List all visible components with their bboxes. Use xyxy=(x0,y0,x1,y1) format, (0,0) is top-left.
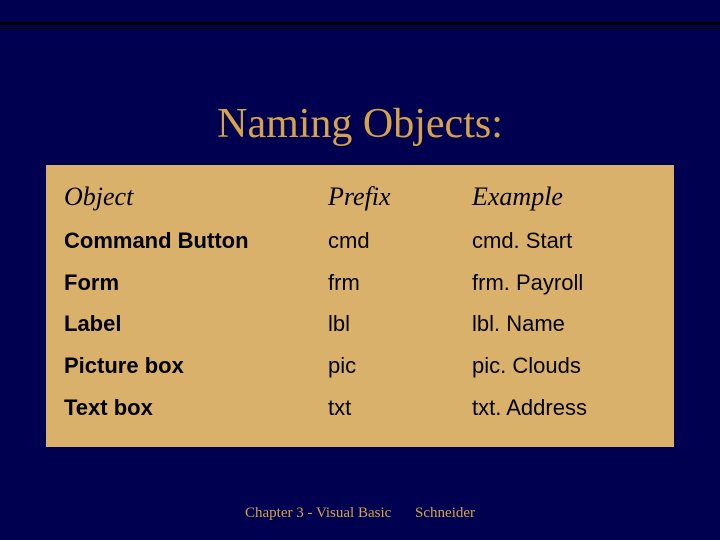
cell-prefix: frm xyxy=(324,262,468,304)
slide-title: Naming Objects: xyxy=(0,100,720,148)
cell-prefix: pic xyxy=(324,345,468,387)
header-prefix: Prefix xyxy=(324,173,468,220)
cell-example: txt. Address xyxy=(468,387,660,429)
cell-example: lbl. Name xyxy=(468,303,660,345)
cell-object: Label xyxy=(60,303,324,345)
cell-example: pic. Clouds xyxy=(468,345,660,387)
header-example: Example xyxy=(468,173,660,220)
naming-table: Object Prefix Example Command Button cmd… xyxy=(60,173,660,429)
cell-object: Text box xyxy=(60,387,324,429)
cell-object: Picture box xyxy=(60,345,324,387)
cell-prefix: txt xyxy=(324,387,468,429)
cell-prefix: cmd xyxy=(324,220,468,262)
slide-footer: Chapter 3 - Visual Basic Schneider xyxy=(0,505,720,522)
table-row: Text box txt txt. Address xyxy=(60,387,660,429)
decorative-rule xyxy=(0,22,720,30)
footer-right: Schneider xyxy=(415,505,475,521)
header-object: Object xyxy=(60,173,324,220)
table-row: Form frm frm. Payroll xyxy=(60,262,660,304)
footer-left: Chapter 3 - Visual Basic xyxy=(245,505,391,521)
cell-object: Command Button xyxy=(60,220,324,262)
cell-object: Form xyxy=(60,262,324,304)
table-header-row: Object Prefix Example xyxy=(60,173,660,220)
naming-table-container: Object Prefix Example Command Button cmd… xyxy=(46,165,674,447)
table-row: Label lbl lbl. Name xyxy=(60,303,660,345)
table-row: Command Button cmd cmd. Start xyxy=(60,220,660,262)
table-row: Picture box pic pic. Clouds xyxy=(60,345,660,387)
cell-example: frm. Payroll xyxy=(468,262,660,304)
cell-example: cmd. Start xyxy=(468,220,660,262)
cell-prefix: lbl xyxy=(324,303,468,345)
